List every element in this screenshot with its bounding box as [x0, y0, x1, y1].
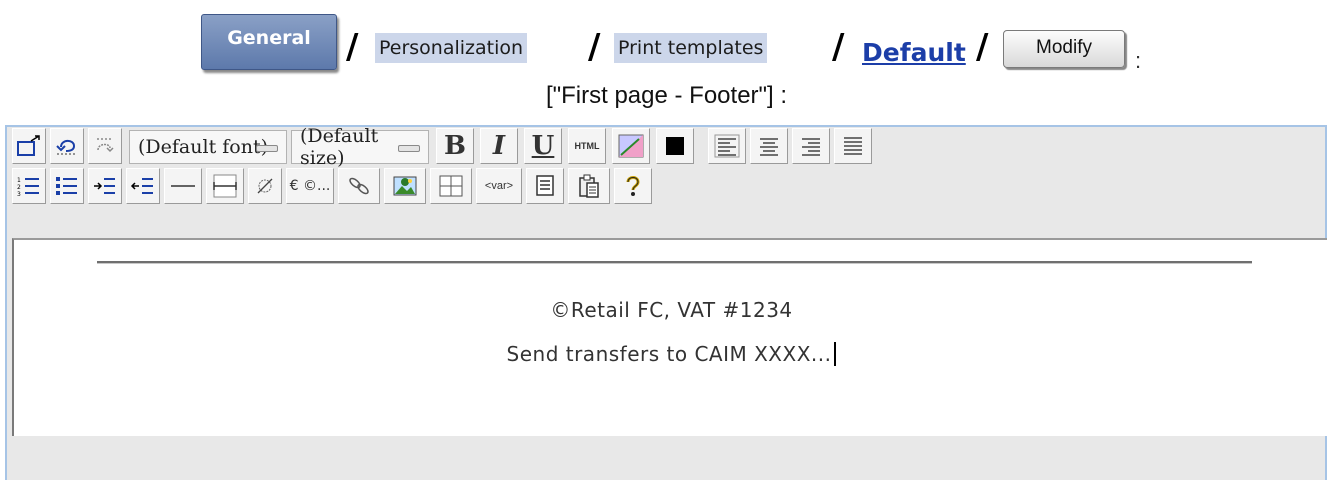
text-color-button[interactable]	[656, 128, 694, 164]
align-right-button[interactable]	[792, 128, 830, 164]
outdent-button[interactable]	[88, 168, 122, 204]
special-characters-button[interactable]: € ©...	[286, 168, 334, 204]
ordered-list-icon: 123	[16, 174, 42, 198]
text-color-icon	[665, 136, 685, 156]
footer-line-2: Send transfers to CAIM XXXX...	[14, 342, 1329, 366]
indent-button[interactable]	[126, 168, 160, 204]
indent-icon	[130, 174, 156, 198]
align-left-button[interactable]	[708, 128, 746, 164]
font-select-value: (Default font)	[138, 136, 268, 158]
insert-variable-button[interactable]: <var>	[476, 168, 522, 204]
rich-text-editor: (Default font) (Default size) B I U HTML	[5, 125, 1327, 480]
font-select[interactable]: (Default font)	[129, 130, 287, 164]
html-source-button[interactable]: HTML	[568, 128, 606, 164]
help-icon	[623, 174, 643, 198]
align-center-icon	[756, 134, 782, 158]
paste-button[interactable]	[568, 168, 610, 204]
horizontal-rule-icon	[169, 174, 197, 198]
help-button[interactable]	[614, 168, 652, 204]
dropdown-arrow-icon	[256, 145, 278, 152]
breadcrumb-separator: /	[832, 27, 845, 67]
redo-icon	[92, 135, 118, 157]
editor-content-area[interactable]: ©Retail FC, VAT #1234 Send transfers to …	[12, 238, 1327, 436]
breadcrumb-default-link[interactable]: Default	[862, 38, 966, 67]
italic-button[interactable]: I	[480, 128, 518, 164]
bold-button[interactable]: B	[436, 128, 474, 164]
justify-button[interactable]	[834, 128, 872, 164]
footer-line-2-text: Send transfers to CAIM XXXX...	[506, 342, 832, 366]
breadcrumb-separator: /	[976, 27, 989, 67]
dropdown-arrow-icon	[398, 145, 420, 152]
general-tab-button[interactable]: General	[201, 14, 337, 70]
horizontal-rule-button[interactable]	[164, 168, 202, 204]
svg-text:2: 2	[17, 184, 21, 191]
breadcrumb-separator: /	[588, 27, 601, 67]
breadcrumb-colon: :	[1135, 48, 1142, 73]
unordered-list-button[interactable]	[50, 168, 84, 204]
maximize-icon	[16, 134, 42, 158]
content-horizontal-rule	[97, 261, 1252, 264]
align-center-button[interactable]	[750, 128, 788, 164]
outdent-icon	[92, 174, 118, 198]
modify-button[interactable]: Modify	[1003, 30, 1125, 68]
undo-icon	[54, 135, 80, 157]
remove-format-button[interactable]	[248, 168, 282, 204]
insert-image-button[interactable]	[384, 168, 426, 204]
page-break-button[interactable]	[206, 168, 244, 204]
link-icon	[346, 174, 372, 198]
breadcrumb-separator: /	[346, 27, 359, 67]
remove-format-icon	[253, 174, 277, 198]
justify-icon	[840, 134, 866, 158]
svg-text:3: 3	[17, 191, 21, 198]
footer-line-1: ©Retail FC, VAT #1234	[550, 298, 793, 322]
breadcrumb-print-templates-link[interactable]: Print templates	[614, 33, 768, 63]
insert-link-button[interactable]	[338, 168, 380, 204]
show-blocks-button[interactable]	[526, 168, 564, 204]
maximize-editor-button[interactable]	[12, 128, 46, 164]
page-break-icon	[211, 173, 239, 199]
page-subtitle: ["First page - Footer"] :	[545, 82, 788, 109]
background-color-button[interactable]	[612, 128, 650, 164]
ordered-list-button[interactable]: 123	[12, 168, 46, 204]
redo-button[interactable]	[88, 128, 122, 164]
document-icon	[534, 174, 556, 198]
background-color-icon	[617, 133, 645, 159]
breadcrumb: General / Personalization / Print templa…	[0, 10, 1333, 73]
align-right-icon	[798, 134, 824, 158]
insert-table-button[interactable]	[430, 168, 472, 204]
image-icon	[392, 174, 418, 198]
undo-button[interactable]	[50, 128, 84, 164]
align-left-icon	[714, 134, 740, 158]
size-select[interactable]: (Default size)	[291, 125, 429, 169]
table-icon	[438, 174, 464, 198]
underline-button[interactable]: U	[524, 128, 562, 164]
unordered-list-icon	[54, 174, 80, 198]
text-cursor	[834, 342, 837, 366]
breadcrumb-personalization-link[interactable]: Personalization	[375, 33, 528, 63]
svg-text:1: 1	[17, 177, 21, 184]
clipboard-icon	[577, 173, 601, 199]
